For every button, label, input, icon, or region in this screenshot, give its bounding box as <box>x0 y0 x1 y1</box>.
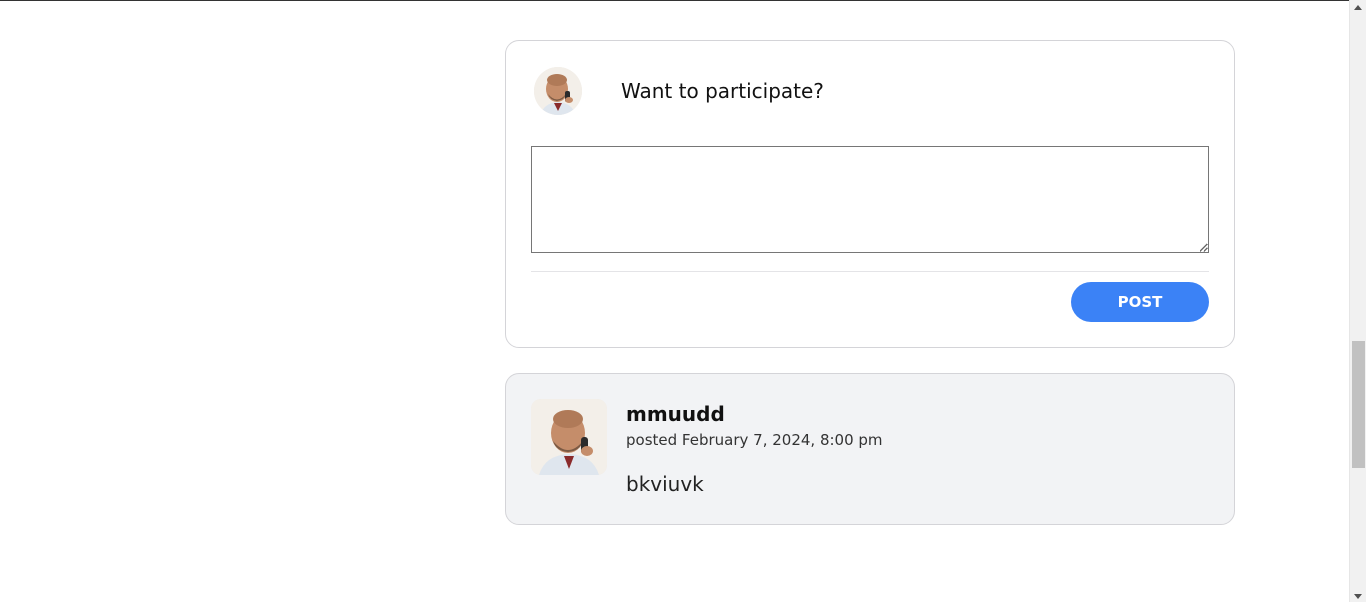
avatar-photo-icon <box>534 67 582 115</box>
comment-composer: Want to participate? POST <box>505 40 1235 348</box>
comment-card: mmuudd posted February 7, 2024, 8:00 pm … <box>505 373 1235 525</box>
participate-prompt: Want to participate? <box>621 79 824 103</box>
scroll-down-icon[interactable] <box>1354 594 1362 599</box>
scroll-up-icon[interactable] <box>1354 5 1362 10</box>
comment-body: bkviuvk <box>626 472 704 496</box>
comment-avatar[interactable] <box>531 399 607 475</box>
scrollbar-thumb[interactable] <box>1352 341 1365 468</box>
comment-timestamp: posted February 7, 2024, 8:00 pm <box>626 431 883 449</box>
divider <box>531 271 1209 272</box>
avatar <box>534 67 582 115</box>
avatar-photo-icon <box>531 399 607 475</box>
comment-username[interactable]: mmuudd <box>626 402 725 426</box>
reply-textarea[interactable] <box>531 146 1209 253</box>
top-border <box>0 0 1350 1</box>
post-button[interactable]: POST <box>1071 282 1209 322</box>
vertical-scrollbar[interactable] <box>1349 0 1366 602</box>
